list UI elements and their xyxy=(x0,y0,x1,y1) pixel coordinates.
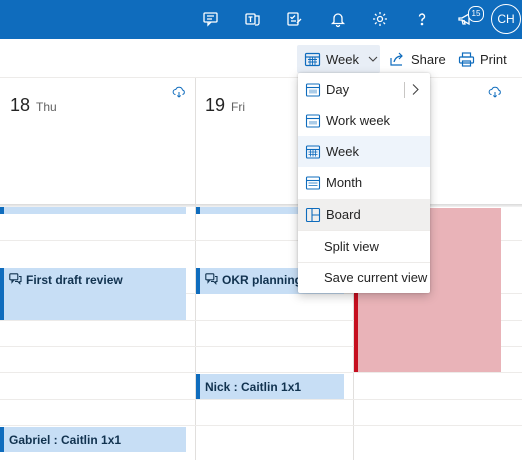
menu-item-label: Save current view xyxy=(324,270,428,285)
menu-item-month[interactable]: Month xyxy=(298,167,430,198)
command-bar: Week Share Print xyxy=(0,39,522,78)
cloud-download-icon[interactable] xyxy=(488,86,502,98)
teams-icon xyxy=(245,13,260,26)
whats-new-button[interactable]: 15 xyxy=(448,4,484,34)
menu-item-board[interactable]: Board xyxy=(298,199,430,230)
chat-button[interactable] xyxy=(194,4,228,34)
event-title: OKR planning xyxy=(222,273,302,287)
calendar-week-icon xyxy=(305,144,321,159)
chat-icon xyxy=(9,273,22,285)
teams-button[interactable] xyxy=(236,4,270,34)
print-label: Print xyxy=(480,51,507,67)
menu-item-label: Board xyxy=(326,207,361,222)
print-button[interactable]: Print xyxy=(458,45,507,73)
share-icon xyxy=(390,52,403,66)
bell-icon xyxy=(330,13,346,28)
calendar-week-icon xyxy=(304,52,321,66)
notifications-button[interactable] xyxy=(321,4,355,34)
chat-icon xyxy=(205,273,218,285)
menu-item-label: Month xyxy=(326,175,363,190)
menu-item-save-view[interactable]: Save current view xyxy=(298,262,430,293)
share-button[interactable]: Share xyxy=(389,45,446,73)
view-switcher-label: Week xyxy=(326,51,359,67)
calendar-month-icon xyxy=(305,175,321,190)
hour-line xyxy=(0,372,522,373)
calendar-day-icon xyxy=(305,82,321,97)
event-gabriel-caitlin[interactable]: Gabriel : Caitlin 1x1 xyxy=(0,427,186,452)
menu-item-week[interactable]: Week xyxy=(298,136,430,167)
menu-item-label: Work week xyxy=(326,113,391,128)
chevron-down-icon xyxy=(368,56,378,62)
chevron-right-icon[interactable] xyxy=(411,83,420,96)
event-title: Nick : Caitlin 1x1 xyxy=(205,379,302,394)
avatar[interactable]: CH xyxy=(491,4,521,34)
cloud-download-icon[interactable] xyxy=(172,86,186,98)
help-icon xyxy=(418,13,426,26)
menu-item-day[interactable]: Day xyxy=(298,74,430,105)
day-name: Fri xyxy=(231,100,245,114)
event-partial[interactable] xyxy=(0,207,186,214)
gear-icon xyxy=(373,12,387,26)
menu-item-label: Day xyxy=(326,82,350,97)
help-button[interactable] xyxy=(405,4,439,34)
event-title: First draft review xyxy=(26,273,123,287)
event-nick-caitlin[interactable]: Nick : Caitlin 1x1 xyxy=(196,374,344,399)
menu-item-split-view[interactable]: Split view xyxy=(298,231,430,262)
printer-icon xyxy=(458,51,475,67)
event-title: Gabriel : Caitlin 1x1 xyxy=(9,432,122,447)
view-menu: Day Work week Week Month Board Split vie… xyxy=(298,73,430,293)
todo-button[interactable] xyxy=(277,4,311,34)
chat-icon xyxy=(203,12,218,27)
submenu-divider xyxy=(404,82,405,98)
settings-button[interactable] xyxy=(363,4,397,34)
event-first-draft-review[interactable]: First draft review xyxy=(0,268,186,320)
day-number: 19 xyxy=(205,95,226,115)
hour-line xyxy=(0,425,522,426)
day-name: Thu xyxy=(36,100,57,114)
day-header-thu[interactable]: 18 Thu xyxy=(0,78,195,204)
menu-item-label: Split view xyxy=(324,239,379,254)
day-number: 18 xyxy=(10,95,31,115)
view-switcher-button[interactable]: Week xyxy=(297,45,380,73)
calendar-workweek-icon xyxy=(305,113,321,128)
hour-line xyxy=(0,399,522,400)
menu-item-work-week[interactable]: Work week xyxy=(298,105,430,136)
share-label: Share xyxy=(411,51,446,67)
menu-item-label: Week xyxy=(326,144,359,159)
notification-count-badge: 15 xyxy=(468,6,484,22)
board-icon xyxy=(305,207,321,222)
top-bar: 15 CH xyxy=(0,0,522,39)
checklist-icon xyxy=(287,12,302,26)
